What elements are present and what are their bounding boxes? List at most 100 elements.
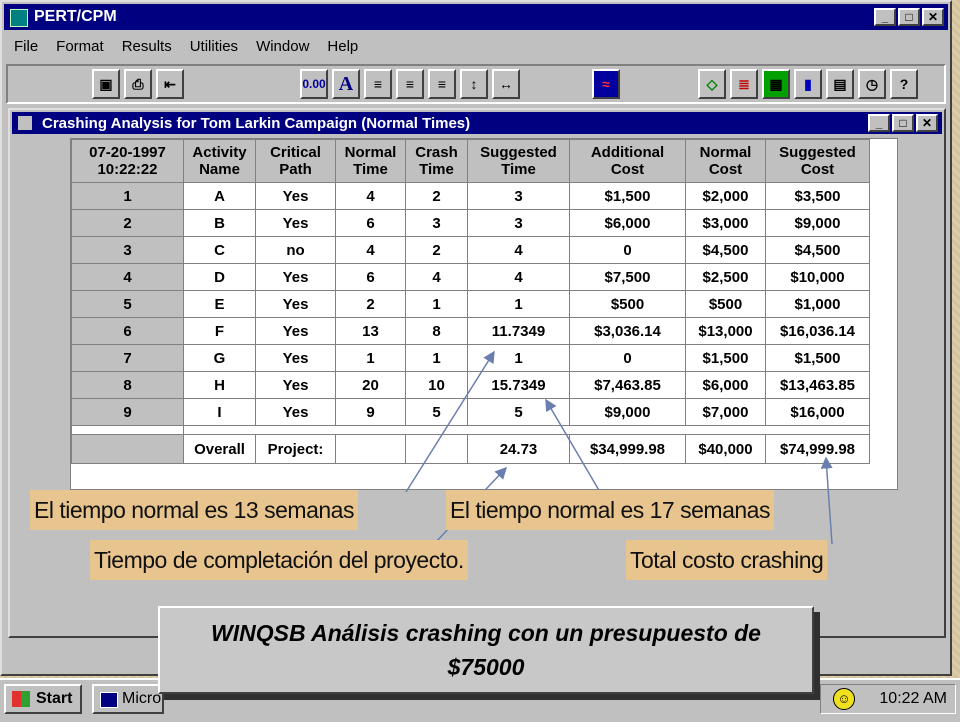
- cell-suggested-cost[interactable]: $4,500: [765, 236, 870, 264]
- cell-normal-cost[interactable]: $500: [685, 290, 766, 318]
- corner-cell[interactable]: 07-20-1997 10:22:22: [71, 139, 184, 183]
- cell-crash-time[interactable]: 8: [405, 317, 468, 345]
- clock[interactable]: 10:22 AM: [879, 690, 947, 708]
- total-suggested-cost[interactable]: $74,999.98: [765, 434, 870, 464]
- row-number[interactable]: 1: [71, 182, 184, 210]
- header-activity-name[interactable]: Activity Name: [183, 139, 256, 183]
- header-critical-path[interactable]: Critical Path: [255, 139, 336, 183]
- cell-activity-name[interactable]: D: [183, 263, 256, 291]
- cell-suggested-time[interactable]: 1: [467, 290, 570, 318]
- row-height-icon[interactable]: ↕: [460, 69, 488, 99]
- cell-normal-cost[interactable]: $3,000: [685, 209, 766, 237]
- column-width-icon[interactable]: ↔: [492, 69, 520, 99]
- font-button[interactable]: A: [332, 69, 360, 99]
- menu-file[interactable]: File: [12, 38, 40, 55]
- cell-crash-time[interactable]: 5: [405, 398, 468, 426]
- cell-suggested-time[interactable]: 15.7349: [467, 371, 570, 399]
- cell-activity-name[interactable]: E: [183, 290, 256, 318]
- cell-normal-cost[interactable]: $2,000: [685, 182, 766, 210]
- menu-help[interactable]: Help: [325, 38, 360, 55]
- gantt-icon[interactable]: ≣: [730, 69, 758, 99]
- total-cell-overall[interactable]: Overall: [183, 434, 256, 464]
- start-button[interactable]: Start: [4, 684, 82, 714]
- number-format-button[interactable]: 0.00: [300, 69, 328, 99]
- print-icon[interactable]: ⎙: [124, 69, 152, 99]
- cell-activity-name[interactable]: B: [183, 209, 256, 237]
- close-button[interactable]: ✕: [922, 8, 944, 26]
- cell-suggested-time[interactable]: 4: [467, 236, 570, 264]
- cell-critical-path[interactable]: Yes: [255, 398, 336, 426]
- align-center-icon[interactable]: ≡: [396, 69, 424, 99]
- total-cell-project[interactable]: Project:: [255, 434, 336, 464]
- cell-normal-cost[interactable]: $6,000: [685, 371, 766, 399]
- menu-window[interactable]: Window: [254, 38, 311, 55]
- cell-normal-cost[interactable]: $7,000: [685, 398, 766, 426]
- header-normal-time[interactable]: Normal Time: [335, 139, 406, 183]
- cell-normal-time[interactable]: 20: [335, 371, 406, 399]
- cell-crash-time[interactable]: 4: [405, 263, 468, 291]
- cell-normal-cost[interactable]: $4,500: [685, 236, 766, 264]
- cell-suggested-cost[interactable]: $16,000: [765, 398, 870, 426]
- cell-activity-name[interactable]: G: [183, 344, 256, 372]
- child-minimize-button[interactable]: _: [868, 114, 890, 132]
- cell-additional-cost[interactable]: $1,500: [569, 182, 686, 210]
- cell-suggested-cost[interactable]: $1,000: [765, 290, 870, 318]
- cell-suggested-time[interactable]: 5: [467, 398, 570, 426]
- header-additional-cost[interactable]: Additional Cost: [569, 139, 686, 183]
- cell-suggested-time[interactable]: 3: [467, 209, 570, 237]
- cell-additional-cost[interactable]: $7,500: [569, 263, 686, 291]
- cell-activity-name[interactable]: F: [183, 317, 256, 345]
- cell-normal-time[interactable]: 4: [335, 182, 406, 210]
- cell-normal-cost[interactable]: $2,500: [685, 263, 766, 291]
- cell-suggested-time[interactable]: 3: [467, 182, 570, 210]
- menu-results[interactable]: Results: [120, 38, 174, 55]
- align-right-icon[interactable]: ≡: [428, 69, 456, 99]
- child-close-button[interactable]: ✕: [916, 114, 938, 132]
- cell-activity-name[interactable]: C: [183, 236, 256, 264]
- cell-activity-name[interactable]: H: [183, 371, 256, 399]
- cell-additional-cost[interactable]: 0: [569, 344, 686, 372]
- cell-normal-time[interactable]: 6: [335, 263, 406, 291]
- row-number[interactable]: 2: [71, 209, 184, 237]
- cell-crash-time[interactable]: 3: [405, 209, 468, 237]
- clock-icon[interactable]: ◷: [858, 69, 886, 99]
- cell-suggested-time[interactable]: 11.7349: [467, 317, 570, 345]
- cell-additional-cost[interactable]: $3,036.14: [569, 317, 686, 345]
- align-left-icon[interactable]: ≡: [364, 69, 392, 99]
- cell-normal-time[interactable]: 13: [335, 317, 406, 345]
- bar-chart-icon[interactable]: ▮: [794, 69, 822, 99]
- cell-crash-time[interactable]: 1: [405, 344, 468, 372]
- exit-icon[interactable]: ⇤: [156, 69, 184, 99]
- header-suggested-cost[interactable]: Suggested Cost: [765, 139, 870, 183]
- cell-critical-path[interactable]: Yes: [255, 182, 336, 210]
- cell-normal-time[interactable]: 2: [335, 290, 406, 318]
- cell-additional-cost[interactable]: $6,000: [569, 209, 686, 237]
- app-icon[interactable]: [10, 9, 28, 27]
- cell-crash-time[interactable]: 2: [405, 182, 468, 210]
- cell-critical-path[interactable]: Yes: [255, 317, 336, 345]
- cell-suggested-cost[interactable]: $16,036.14: [765, 317, 870, 345]
- smiley-icon[interactable]: ☺: [833, 688, 855, 710]
- cell-additional-cost[interactable]: $9,000: [569, 398, 686, 426]
- cell-additional-cost[interactable]: $500: [569, 290, 686, 318]
- row-number[interactable]: 7: [71, 344, 184, 372]
- cell-suggested-time[interactable]: 4: [467, 263, 570, 291]
- total-normal-cost[interactable]: $40,000: [685, 434, 766, 464]
- row-number[interactable]: 4: [71, 263, 184, 291]
- grid-icon[interactable]: ▦: [762, 69, 790, 99]
- child-maximize-button[interactable]: □: [892, 114, 914, 132]
- row-number[interactable]: 8: [71, 371, 184, 399]
- cell-crash-time[interactable]: 2: [405, 236, 468, 264]
- cell-suggested-time[interactable]: 1: [467, 344, 570, 372]
- row-number[interactable]: 6: [71, 317, 184, 345]
- cell-additional-cost[interactable]: $7,463.85: [569, 371, 686, 399]
- total-cell-blank1[interactable]: [335, 434, 406, 464]
- calculator-icon[interactable]: ▤: [826, 69, 854, 99]
- cell-suggested-cost[interactable]: $13,463.85: [765, 371, 870, 399]
- header-crash-time[interactable]: Crash Time: [405, 139, 468, 183]
- cell-normal-cost[interactable]: $1,500: [685, 344, 766, 372]
- save-icon[interactable]: ▣: [92, 69, 120, 99]
- minimize-button[interactable]: _: [874, 8, 896, 26]
- row-number[interactable]: 5: [71, 290, 184, 318]
- cell-critical-path[interactable]: Yes: [255, 371, 336, 399]
